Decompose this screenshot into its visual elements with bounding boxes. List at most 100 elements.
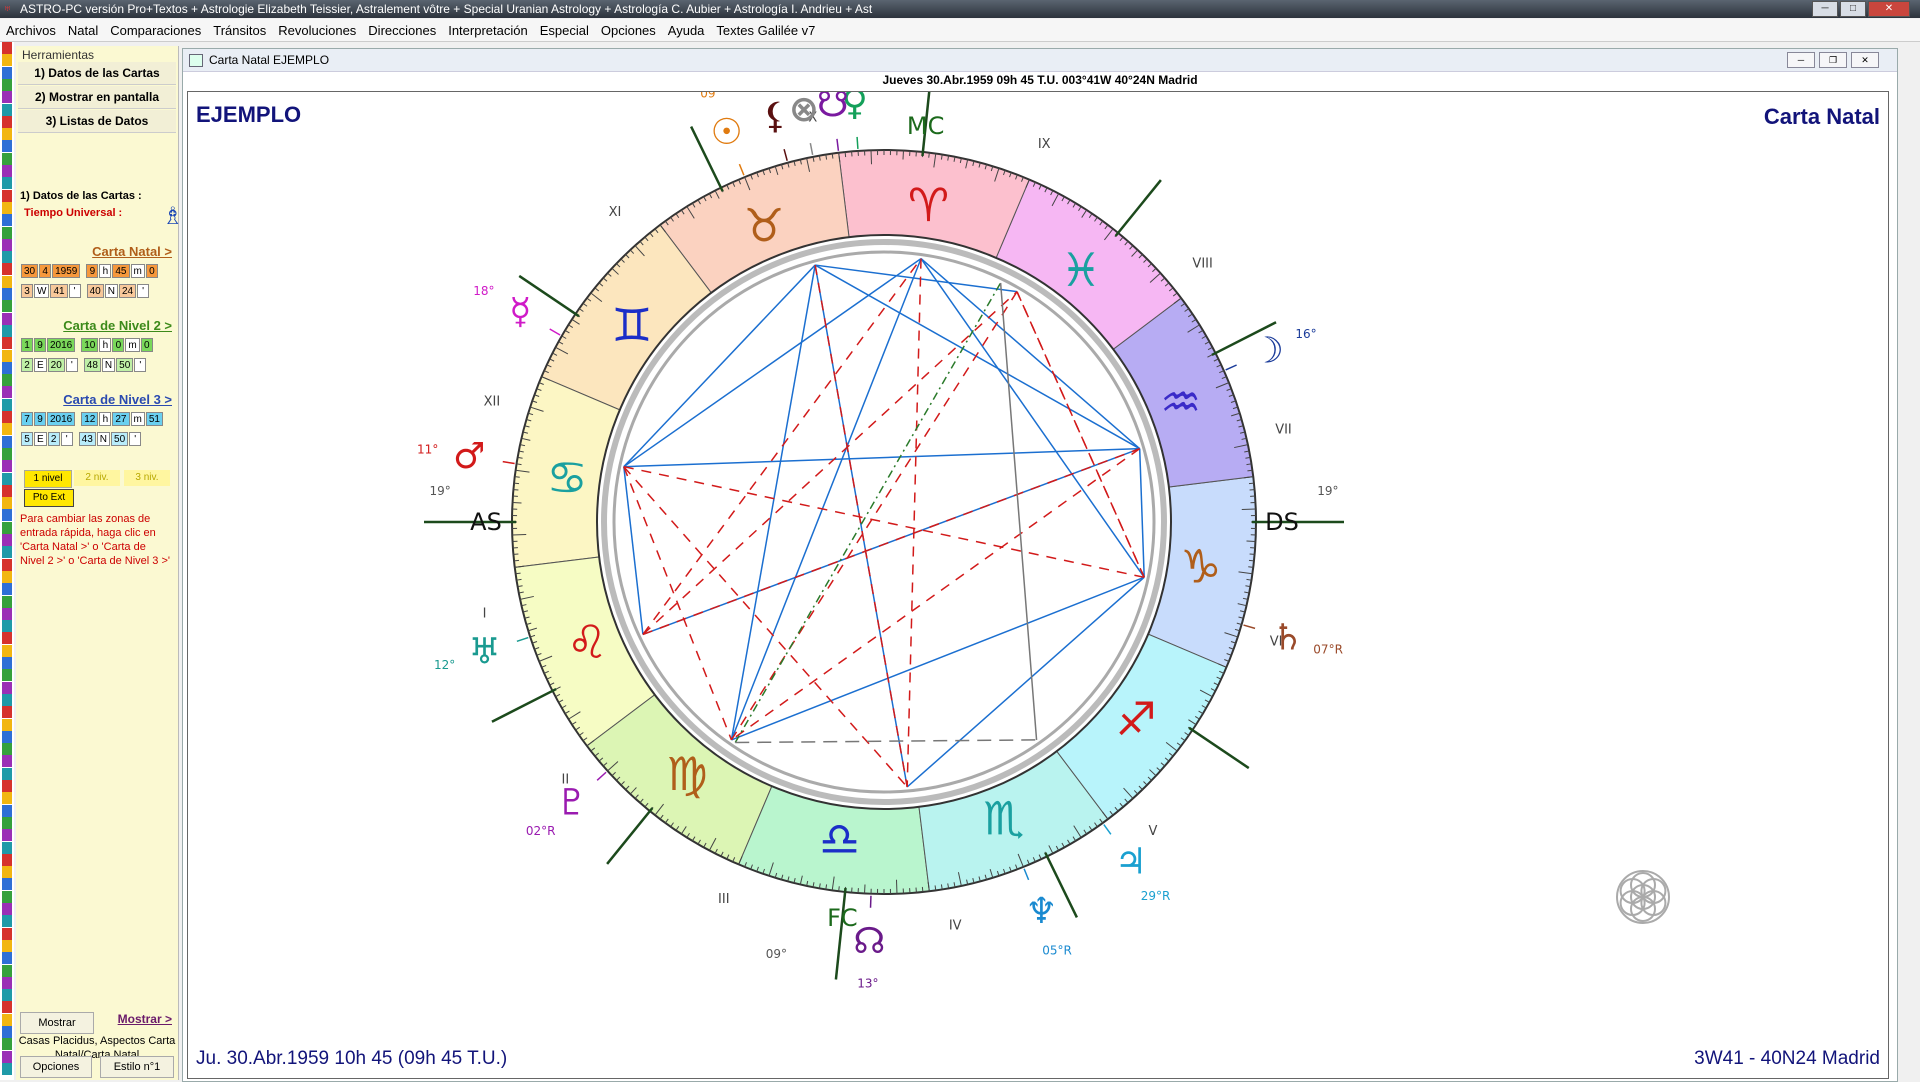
palette-swatch[interactable]	[2, 1001, 12, 1013]
nivel2-month-field[interactable]: 9	[34, 338, 46, 352]
nivel2-year-field[interactable]: 2016	[47, 338, 75, 352]
palette-swatch[interactable]	[2, 768, 12, 780]
level-2-button[interactable]: 2 niv.	[74, 470, 120, 486]
menu-transitos[interactable]: Tránsitos	[207, 23, 272, 38]
palette-swatch[interactable]	[2, 657, 12, 669]
palette-swatch[interactable]	[2, 792, 12, 804]
palette-swatch[interactable]	[2, 325, 12, 337]
palette-swatch[interactable]	[2, 67, 12, 79]
palette-swatch[interactable]	[2, 140, 12, 152]
natal-lon-min-field[interactable]: 41	[50, 284, 67, 298]
nivel2-lon-dir[interactable]: E	[34, 358, 47, 372]
menu-textes-galilee[interactable]: Textes Galilée v7	[710, 23, 821, 38]
nivel3-lat-deg-field[interactable]: 43	[79, 432, 96, 446]
nivel2-day-field[interactable]: 1	[21, 338, 33, 352]
palette-swatch[interactable]	[2, 460, 12, 472]
mostrar-button[interactable]: Mostrar	[20, 1012, 94, 1034]
palette-swatch[interactable]	[2, 965, 12, 977]
carta-natal-link[interactable]: Carta Natal >	[92, 244, 172, 259]
document-close-button[interactable]: ✕	[1851, 52, 1879, 68]
maximize-button[interactable]: □	[1840, 1, 1866, 17]
nivel3-lon-deg-field[interactable]: 5	[21, 432, 33, 446]
document-restore-button[interactable]: ❐	[1819, 52, 1847, 68]
palette-swatch[interactable]	[2, 731, 12, 743]
palette-swatch[interactable]	[2, 288, 12, 300]
natal-year-field[interactable]: 1959	[52, 264, 80, 278]
palette-swatch[interactable]	[2, 1026, 12, 1038]
level-3-button[interactable]: 3 niv.	[124, 470, 170, 486]
palette-swatch[interactable]	[2, 337, 12, 349]
palette-swatch[interactable]	[2, 596, 12, 608]
palette-swatch[interactable]	[2, 362, 12, 374]
menu-ayuda[interactable]: Ayuda	[662, 23, 711, 38]
palette-swatch[interactable]	[2, 399, 12, 411]
palette-swatch[interactable]	[2, 755, 12, 767]
palette-swatch[interactable]	[2, 509, 12, 521]
natal-day-field[interactable]: 30	[21, 264, 38, 278]
nivel2-lat-min-field[interactable]: 50	[116, 358, 133, 372]
palette-swatch[interactable]	[2, 1014, 12, 1026]
carta-nivel2-link[interactable]: Carta de Nivel 2 >	[63, 318, 172, 333]
palette-swatch[interactable]	[2, 645, 12, 657]
estilo-button[interactable]: Estilo n°1	[100, 1056, 174, 1078]
palette-swatch[interactable]	[2, 829, 12, 841]
menu-revoluciones[interactable]: Revoluciones	[272, 23, 362, 38]
palette-swatch[interactable]	[2, 116, 12, 128]
palette-swatch[interactable]	[2, 263, 12, 275]
palette-swatch[interactable]	[2, 300, 12, 312]
palette-swatch[interactable]	[2, 165, 12, 177]
nivel3-hour-field[interactable]: 12	[81, 412, 98, 426]
minimize-button[interactable]: ─	[1812, 1, 1838, 17]
document-minimize-button[interactable]: ─	[1787, 52, 1815, 68]
close-button[interactable]: ✕	[1868, 1, 1910, 17]
color-palette-strip[interactable]	[0, 42, 14, 1080]
palette-swatch[interactable]	[2, 91, 12, 103]
menu-interpretacion[interactable]: Interpretación	[442, 23, 534, 38]
palette-swatch[interactable]	[2, 251, 12, 263]
palette-swatch[interactable]	[2, 952, 12, 964]
palette-swatch[interactable]	[2, 989, 12, 1001]
palette-swatch[interactable]	[2, 583, 12, 595]
natal-lon-deg-field[interactable]: 3	[21, 284, 33, 298]
palette-swatch[interactable]	[2, 878, 12, 890]
natal-second-field[interactable]: 0	[146, 264, 158, 278]
nivel3-lat-dir[interactable]: N	[97, 432, 110, 446]
palette-swatch[interactable]	[2, 780, 12, 792]
palette-swatch[interactable]	[2, 928, 12, 940]
palette-swatch[interactable]	[2, 620, 12, 632]
palette-swatch[interactable]	[2, 411, 12, 423]
palette-swatch[interactable]	[2, 546, 12, 558]
palette-swatch[interactable]	[2, 202, 12, 214]
menu-opciones[interactable]: Opciones	[595, 23, 662, 38]
nivel3-month-field[interactable]: 9	[34, 412, 46, 426]
palette-swatch[interactable]	[2, 54, 12, 66]
nivel3-year-field[interactable]: 2016	[47, 412, 75, 426]
natal-minute-field[interactable]: 45	[112, 264, 129, 278]
pto-ext-button[interactable]: Pto Ext	[24, 489, 74, 507]
nivel2-hour-field[interactable]: 10	[81, 338, 98, 352]
menu-comparaciones[interactable]: Comparaciones	[104, 23, 207, 38]
menu-direcciones[interactable]: Direcciones	[362, 23, 442, 38]
carta-nivel3-link[interactable]: Carta de Nivel 3 >	[63, 392, 172, 407]
palette-swatch[interactable]	[2, 436, 12, 448]
palette-swatch[interactable]	[2, 386, 12, 398]
palette-swatch[interactable]	[2, 682, 12, 694]
menu-especial[interactable]: Especial	[534, 23, 595, 38]
palette-swatch[interactable]	[2, 632, 12, 644]
palette-swatch[interactable]	[2, 485, 12, 497]
natal-hour-field[interactable]: 9	[86, 264, 98, 278]
palette-swatch[interactable]	[2, 79, 12, 91]
palette-swatch[interactable]	[2, 473, 12, 485]
palette-swatch[interactable]	[2, 104, 12, 116]
natal-lat-min-field[interactable]: 24	[119, 284, 136, 298]
natal-month-field[interactable]: 4	[39, 264, 51, 278]
palette-swatch[interactable]	[2, 423, 12, 435]
palette-swatch[interactable]	[2, 854, 12, 866]
palette-swatch[interactable]	[2, 977, 12, 989]
chart-area[interactable]: ♑♒♓♈♉♊♋♌♍♎♏♐IIIIIIIVVVIVIIVIIIIXXXIXIIAS…	[187, 91, 1889, 1079]
palette-swatch[interactable]	[2, 42, 12, 54]
palette-swatch[interactable]	[2, 669, 12, 681]
palette-swatch[interactable]	[2, 522, 12, 534]
nivel2-lat-dir[interactable]: N	[102, 358, 115, 372]
palette-swatch[interactable]	[2, 694, 12, 706]
